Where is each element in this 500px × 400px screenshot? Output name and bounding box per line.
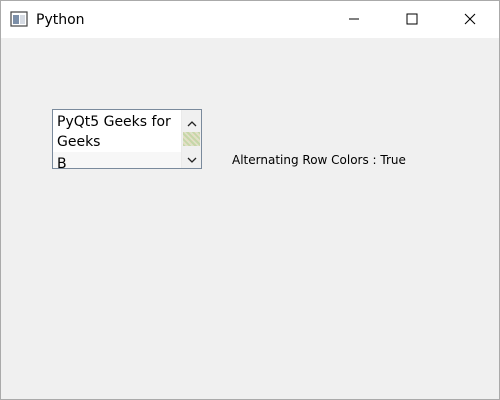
close-button[interactable]: [441, 1, 499, 38]
chevron-down-icon: [187, 149, 197, 168]
list-item[interactable]: PyQt5 Geeks for Geeks: [53, 110, 181, 152]
vertical-scrollbar[interactable]: [181, 110, 201, 168]
title-bar[interactable]: Python: [1, 1, 499, 38]
maximize-button[interactable]: [383, 1, 441, 38]
maximize-icon: [406, 10, 418, 29]
scroll-thumb[interactable]: [183, 132, 200, 146]
chevron-up-icon: [187, 112, 197, 131]
window-title: Python: [36, 12, 85, 28]
minimize-button[interactable]: [325, 1, 383, 38]
list-item[interactable]: B: [53, 152, 181, 168]
scroll-up-button[interactable]: [182, 112, 201, 130]
python-window-icon: [10, 11, 28, 27]
client-area: [1, 38, 499, 399]
list-widget[interactable]: PyQt5 Geeks for Geeks B: [52, 109, 202, 169]
minimize-icon: [348, 10, 360, 29]
main-window: Python PyQt5 Geeks for Geeks B Alternati…: [0, 0, 500, 400]
close-icon: [464, 10, 476, 29]
alternating-colors-label: Alternating Row Colors : True: [232, 153, 406, 167]
list-items: PyQt5 Geeks for Geeks B: [53, 110, 181, 168]
scroll-down-button[interactable]: [182, 149, 201, 167]
